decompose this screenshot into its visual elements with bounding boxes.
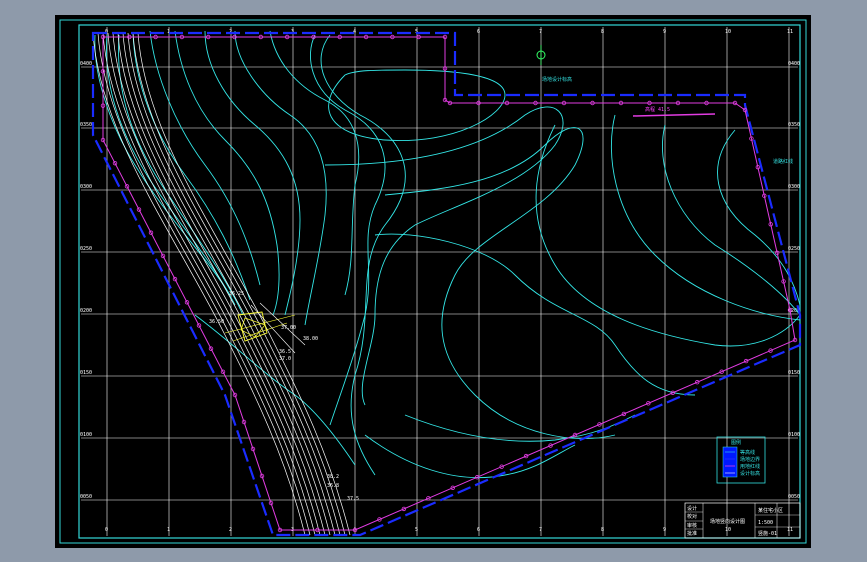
slope-line: [102, 32, 316, 536]
grid-col-label: 8: [601, 527, 604, 533]
contour-line: [324, 106, 564, 406]
legend[interactable]: 图例 等高线 场地边界 用地红线 设计标高: [716, 436, 766, 484]
pink-label: 高程 41.5: [645, 106, 670, 113]
grid-col-label-top: 8: [601, 29, 604, 35]
grid-col-label: 5: [415, 527, 418, 533]
contour-line: [234, 30, 327, 326]
grid-col-label: 1: [167, 527, 170, 533]
contour-line: [204, 30, 301, 316]
grid-row-label-right: 0100: [788, 432, 800, 438]
legend-item-4: 设计标高: [740, 470, 760, 477]
drawing-sheet[interactable]: 0 0 1 1 2 2 3 3 4 4 5 5 6 6 7 7 8 8 9 9 10 10 11 11 0400 0400 0350…: [55, 15, 811, 548]
grid-col-label-top: 6: [477, 29, 480, 35]
bottom-label-3: 37.5: [347, 496, 359, 502]
contour-line: [364, 434, 576, 479]
contour-line: [320, 34, 406, 476]
grid-row-label-right: 0250: [788, 246, 800, 252]
boundary-line: [91, 31, 802, 537]
grid-row-label-right: 0050: [788, 494, 800, 500]
contour-lines: [92, 30, 801, 536]
grid-row-label-right: 0400: [788, 61, 800, 67]
slope-line: [97, 32, 311, 536]
detail-label-2: 36.50: [209, 319, 224, 325]
grid-col-label-top: 11: [787, 29, 793, 35]
grid-row-label: 0300: [80, 184, 92, 190]
bottom-label-1: 38.2: [327, 474, 339, 480]
grid-col-label-top: 9: [663, 29, 666, 35]
contour-line: [384, 127, 616, 440]
detail-label-4: 38.00: [303, 336, 318, 342]
contour-line: [374, 233, 696, 396]
contour-line: [717, 129, 801, 306]
title-row-4: 批准: [687, 530, 697, 537]
contour-line: [310, 34, 386, 426]
contour-line: [610, 114, 801, 321]
project-name: 某住宅小区: [758, 507, 783, 514]
site-boundary: [91, 31, 802, 537]
right-label: 道路红线: [773, 158, 793, 165]
grid-row-label: 0400: [80, 61, 92, 67]
grid-col-label: 9: [663, 527, 666, 533]
legend-item-3: 用地红线: [740, 463, 760, 470]
grid-col-label-top: 10: [725, 29, 731, 35]
drawing-name: 场地竖向设计图: [710, 518, 745, 525]
drawing-frame: [78, 24, 801, 539]
sheet-number: 竖施-01: [758, 530, 777, 537]
grid-col-label: 11: [787, 527, 793, 533]
site-label: 场地设计标高: [542, 76, 572, 83]
node-label-2: 37.0: [279, 356, 291, 362]
grid-row-label: 0050: [80, 494, 92, 500]
node-label-1: 36.5: [279, 349, 291, 355]
grid-col-label-top: 7: [539, 29, 542, 35]
slope-line: [117, 32, 331, 536]
drawing-canvas[interactable]: 00112233445566778899101011110400 04000350…: [55, 15, 811, 548]
grid-col-label: 6: [477, 527, 480, 533]
grid-col-label: 0: [105, 527, 108, 533]
title-block[interactable]: 设计 校对 审核 批准 场地竖向设计图 某住宅小区 1:500 竖施-01: [684, 502, 801, 539]
contour-line: [662, 124, 801, 316]
legend-title: 图例: [731, 439, 741, 446]
contour-line: [269, 30, 360, 296]
top-marker[interactable]: [536, 45, 546, 65]
title-row-2: 校对: [687, 513, 697, 520]
grid-col-label: 7: [539, 527, 542, 533]
grid-row-label-right: 0150: [788, 370, 800, 376]
contour-line: [174, 30, 280, 316]
legend-item-1: 等高线: [740, 449, 755, 456]
cad-window: 0 0 1 1 2 2 3 3 4 4 5 5 6 6 7 7 8 8 9 9 10 10 11 11 0400 0400 0350…: [0, 0, 867, 562]
slope-line: [127, 32, 341, 536]
bottom-label-2: 36.8: [327, 483, 339, 489]
slope-line: [92, 32, 306, 536]
slope-line: [107, 32, 321, 536]
grid-row-label: 0200: [80, 308, 92, 314]
legend-item-2: 场地边界: [740, 456, 760, 463]
grid-row-label-right: 0300: [788, 184, 800, 190]
drawing-scale: 1:500: [758, 520, 773, 526]
grid-row-label: 0100: [80, 432, 92, 438]
grid-row-label-right: 0350: [788, 122, 800, 128]
grid-row-label: 0150: [80, 370, 92, 376]
title-row-3: 审核: [687, 522, 697, 529]
detail-label-3: 37.00: [281, 325, 296, 331]
grid-row-label: 0250: [80, 246, 92, 252]
detail-label-1: 36.25: [229, 291, 244, 297]
slope-line: [122, 32, 336, 536]
grid-row-label: 0350: [80, 122, 92, 128]
contour-line: [149, 30, 261, 286]
sheet-border: [59, 19, 807, 544]
pink-label-leader: [632, 113, 716, 117]
grid-col-label: 2: [229, 527, 232, 533]
grid-col-label: 10: [725, 527, 731, 533]
contour-line: [118, 34, 244, 316]
title-row-1: 设计: [687, 505, 697, 512]
